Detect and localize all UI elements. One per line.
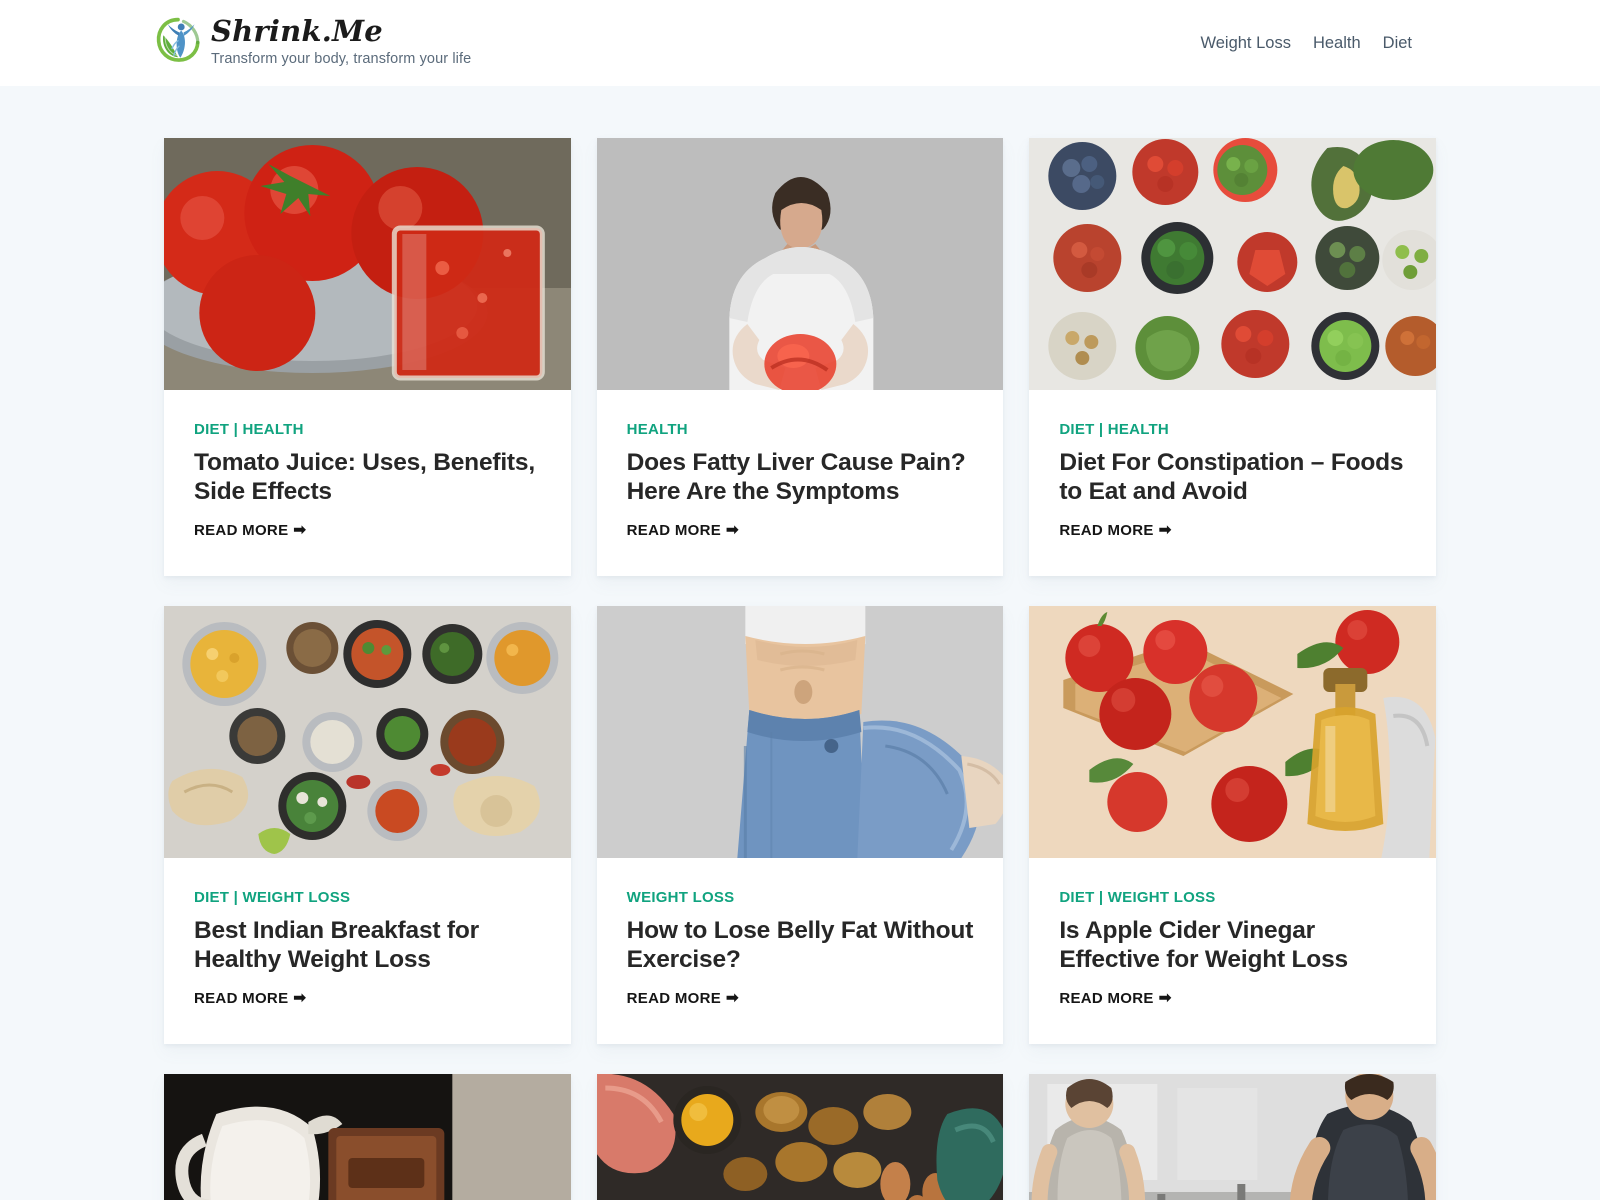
- read-more-link[interactable]: READ MORE ➡: [626, 521, 739, 539]
- post-title[interactable]: Is Apple Cider Vinegar Effective for Wei…: [1059, 916, 1406, 975]
- read-more-link[interactable]: READ MORE ➡: [194, 521, 307, 539]
- post-card[interactable]: DIET | HEALTH Diet For Constipation – Fo…: [1029, 138, 1436, 576]
- post-title[interactable]: Does Fatty Liver Cause Pain? Here Are th…: [627, 448, 974, 507]
- read-more-label: READ MORE: [626, 521, 722, 539]
- post-card[interactable]: DIET | WEIGHT LOSS Best Indian Breakfast…: [164, 605, 571, 1044]
- read-more-label: READ MORE: [1059, 989, 1154, 1007]
- post-thumbnail-lose-belly-fat[interactable]: [596, 605, 1004, 858]
- post-categories[interactable]: DIET | HEALTH: [194, 422, 541, 437]
- read-more-label: READ MORE: [626, 989, 722, 1007]
- post-thumbnail-keto-foods[interactable]: KETO: [596, 1073, 1004, 1200]
- post-card-grid: DIET | HEALTH Tomato Juice: Uses, Benefi…: [164, 138, 1436, 1200]
- read-more-link[interactable]: READ MORE ➡: [194, 989, 307, 1007]
- post-categories[interactable]: DIET | WEIGHT LOSS: [194, 890, 541, 905]
- arrow-right-icon: ➡: [726, 521, 739, 539]
- arrow-right-icon: ➡: [293, 989, 307, 1007]
- read-more-label: READ MORE: [194, 989, 289, 1007]
- post-title[interactable]: Tomato Juice: Uses, Benefits, Side Effec…: [194, 448, 541, 507]
- post-thumbnail-indian-breakfast[interactable]: [164, 605, 571, 858]
- post-categories[interactable]: DIET | WEIGHT LOSS: [1059, 890, 1406, 905]
- post-card[interactable]: [1029, 1073, 1436, 1200]
- post-card[interactable]: KETO: [596, 1073, 1004, 1200]
- post-card-body: DIET | HEALTH Diet For Constipation – Fo…: [1029, 390, 1436, 576]
- site-header: Shrink.Me Transform your body, transform…: [0, 0, 1600, 86]
- post-categories[interactable]: DIET | HEALTH: [1059, 422, 1406, 437]
- nav-item-diet[interactable]: Diet: [1383, 35, 1412, 52]
- post-thumbnail-coffee-teapot[interactable]: [164, 1073, 571, 1200]
- post-card-body: DIET | HEALTH Tomato Juice: Uses, Benefi…: [164, 390, 571, 576]
- brand-logo[interactable]: Shrink.Me Transform your body, transform…: [155, 15, 471, 71]
- main-content: DIET | HEALTH Tomato Juice: Uses, Benefi…: [0, 86, 1600, 1200]
- brand-tagline: Transform your body, transform your life: [211, 51, 472, 68]
- post-thumbnail-tomato-juice[interactable]: [164, 138, 571, 390]
- post-card[interactable]: [164, 1073, 571, 1200]
- post-card-body: DIET | WEIGHT LOSS Best Indian Breakfast…: [164, 858, 571, 1044]
- nav-item-health[interactable]: Health: [1313, 35, 1361, 52]
- read-more-link[interactable]: READ MORE ➡: [1059, 989, 1172, 1007]
- post-categories[interactable]: HEALTH: [627, 422, 974, 437]
- leaf-figure-logo-icon: [155, 15, 201, 71]
- main-navigation: Weight Loss Health Diet: [1200, 35, 1412, 52]
- post-categories[interactable]: WEIGHT LOSS: [627, 890, 974, 905]
- read-more-label: READ MORE: [194, 521, 289, 539]
- post-card-body: HEALTH Does Fatty Liver Cause Pain? Here…: [597, 390, 1004, 576]
- post-thumbnail-fatty-liver[interactable]: [596, 138, 1004, 390]
- post-title[interactable]: Best Indian Breakfast for Healthy Weight…: [194, 916, 541, 975]
- post-thumbnail-gym-dumbbells[interactable]: [1029, 1073, 1436, 1200]
- post-title[interactable]: How to Lose Belly Fat Without Exercise?: [627, 916, 974, 975]
- nav-item-weight-loss[interactable]: Weight Loss: [1200, 35, 1291, 52]
- read-more-link[interactable]: READ MORE ➡: [626, 989, 739, 1007]
- arrow-right-icon: ➡: [1158, 989, 1172, 1007]
- post-title[interactable]: Diet For Constipation – Foods to Eat and…: [1059, 448, 1406, 507]
- arrow-right-icon: ➡: [293, 521, 307, 539]
- post-card[interactable]: WEIGHT LOSS How to Lose Belly Fat Withou…: [596, 605, 1004, 1044]
- post-thumbnail-apple-cider-vinegar[interactable]: [1029, 605, 1436, 858]
- read-more-label: READ MORE: [1059, 521, 1154, 539]
- post-card-body: DIET | WEIGHT LOSS Is Apple Cider Vinega…: [1029, 858, 1436, 1044]
- read-more-link[interactable]: READ MORE ➡: [1059, 521, 1172, 539]
- post-card[interactable]: DIET | WEIGHT LOSS Is Apple Cider Vinega…: [1029, 605, 1436, 1044]
- post-card[interactable]: DIET | HEALTH Tomato Juice: Uses, Benefi…: [164, 138, 571, 576]
- arrow-right-icon: ➡: [1158, 521, 1172, 539]
- arrow-right-icon: ➡: [726, 989, 739, 1007]
- post-card[interactable]: HEALTH Does Fatty Liver Cause Pain? Here…: [596, 138, 1004, 576]
- post-card-body: WEIGHT LOSS How to Lose Belly Fat Withou…: [597, 858, 1004, 1044]
- post-thumbnail-constipation-diet[interactable]: [1029, 138, 1436, 390]
- brand-name: Shrink.Me: [211, 13, 383, 48]
